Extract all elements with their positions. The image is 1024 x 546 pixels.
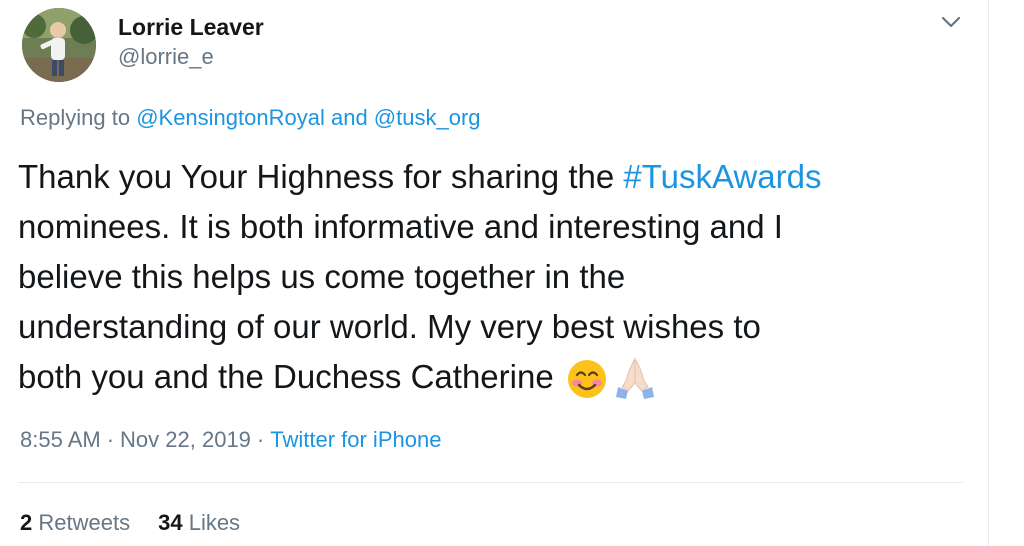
tweet-line-5: both you and the Duchess Catherine	[18, 358, 554, 395]
tweet-line-4: understanding of our world. My very best…	[18, 308, 761, 345]
author-name[interactable]: Lorrie Leaver	[118, 14, 264, 41]
reply-prefix: Replying to	[20, 105, 137, 130]
tweet-line-5-row: both you and the Duchess Catherine	[18, 352, 968, 402]
divider	[18, 482, 963, 483]
tweet-text: Thank you Your Highness for sharing the …	[18, 152, 968, 402]
tweet-line-2: nominees. It is both informative and int…	[18, 208, 783, 245]
tweet-meta: 8:55 AM · Nov 22, 2019 · Twitter for iPhone	[20, 427, 441, 453]
retweets-count: 2	[20, 510, 33, 535]
avatar[interactable]	[22, 8, 96, 82]
tweet-stats: 2 Retweets 34 Likes	[20, 510, 240, 536]
retweets-label: Retweets	[38, 510, 131, 535]
tweet-line-1: Thank you Your Highness for sharing the …	[18, 152, 968, 202]
tweet-time[interactable]: 8:55 AM	[20, 427, 101, 452]
tweet-source[interactable]: Twitter for iPhone	[270, 427, 441, 452]
mention-kensingtonroyal[interactable]: @KensingtonRoyal	[136, 105, 325, 130]
smiling-face-with-smiling-eyes-emoji	[567, 360, 606, 399]
tweet-card: Lorrie Leaver @lorrie_e Replying to @Ken…	[0, 0, 1024, 546]
tweet-line-3: believe this helps us come together in t…	[18, 258, 626, 295]
likes-count: 34	[158, 510, 183, 535]
hashtag-tuskawards[interactable]: #TuskAwards	[623, 158, 821, 195]
author-handle[interactable]: @lorrie_e	[118, 44, 214, 70]
timeline-border	[988, 0, 989, 546]
tweet-line-1-text: Thank you Your Highness for sharing the	[18, 158, 624, 195]
emoji-group	[566, 357, 658, 401]
chevron-down-icon[interactable]	[938, 12, 964, 32]
likes-stat[interactable]: 34 Likes	[158, 510, 240, 535]
meta-separator-1: ·	[106, 427, 115, 452]
reply-context: Replying to @KensingtonRoyal and @tusk_o…	[20, 105, 481, 131]
folded-hands-emoji	[615, 357, 654, 400]
retweets-stat[interactable]: 2 Retweets	[20, 510, 130, 535]
reply-conjunction: and	[324, 105, 374, 130]
tweet-date[interactable]: Nov 22, 2019	[120, 427, 251, 452]
meta-separator-2: ·	[256, 427, 265, 452]
avatar-photo	[22, 8, 96, 82]
mention-tusk-org[interactable]: @tusk_org	[374, 105, 481, 130]
likes-label: Likes	[188, 510, 241, 535]
